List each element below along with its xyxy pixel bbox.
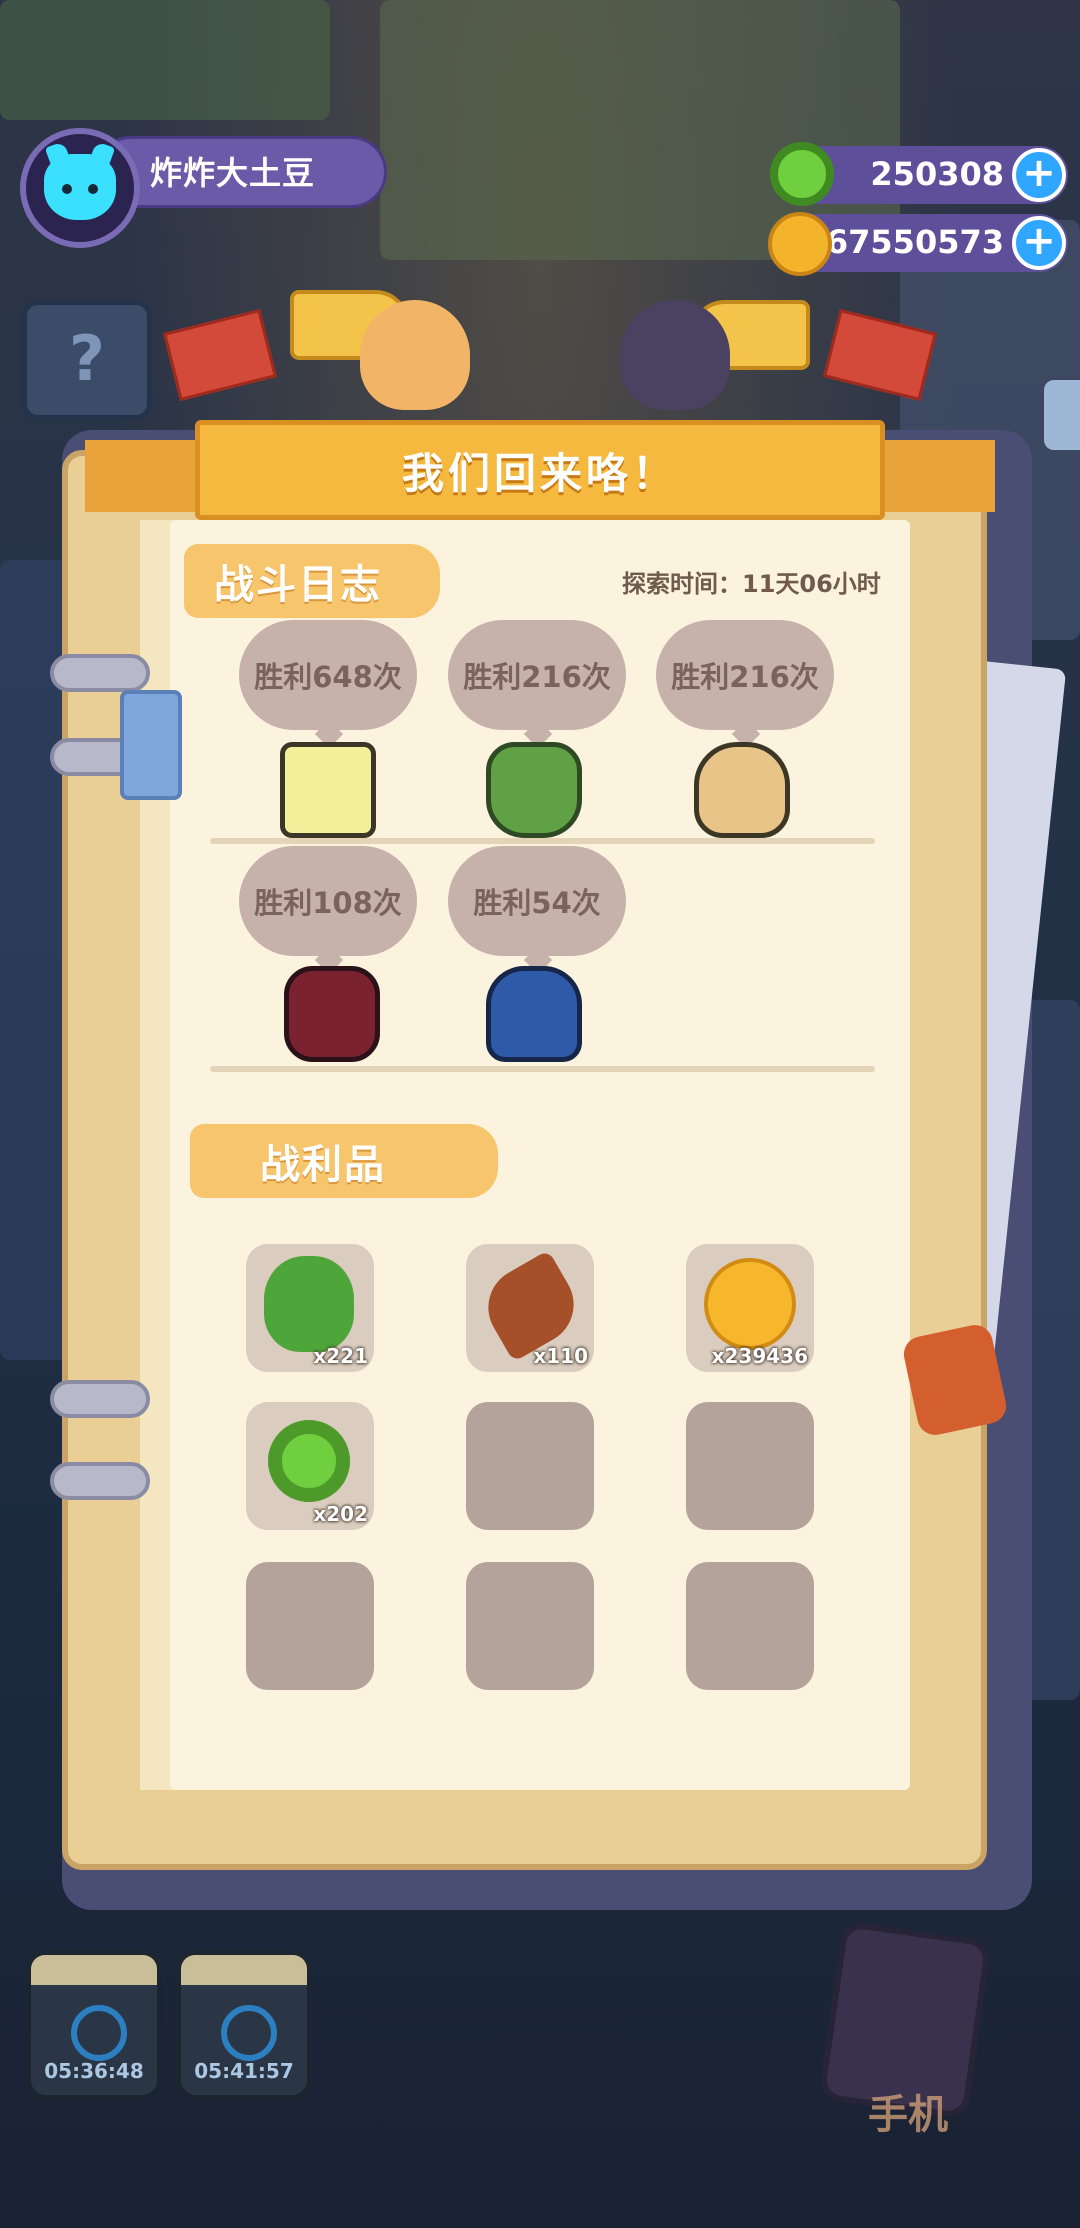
loot-header: 战利品 bbox=[190, 1124, 498, 1198]
zongzi-red-hat-monster-icon bbox=[486, 742, 582, 838]
loot-quantity: x202 bbox=[313, 1502, 368, 1526]
victory-bubble: 胜利54次 bbox=[448, 846, 626, 956]
empty-loot-slot bbox=[686, 1562, 814, 1690]
dark-cat-mascot bbox=[620, 300, 730, 410]
clock-icon bbox=[221, 2005, 277, 2061]
battle-log-heading: 战斗日志 bbox=[214, 562, 382, 608]
gold-planet-icon bbox=[768, 212, 832, 276]
zongzi-egg-monster-icon bbox=[694, 742, 790, 838]
loot-heading: 战利品 bbox=[260, 1142, 386, 1188]
explore-time: 探索时间：11天06小时 bbox=[622, 570, 881, 598]
help-box[interactable]: ? bbox=[22, 300, 152, 420]
timer-text: 05:41:57 bbox=[194, 2059, 294, 2083]
loot-quantity: x221 bbox=[313, 1344, 368, 1368]
victory-count: 胜利108次 bbox=[254, 886, 402, 920]
victory-bubble: 胜利648次 bbox=[239, 620, 417, 730]
binder-ring bbox=[50, 1462, 160, 1500]
loot-quantity: x239436 bbox=[711, 1344, 808, 1368]
loot-quantity: x110 bbox=[533, 1344, 588, 1368]
kite-bird-monster-icon bbox=[486, 966, 582, 1062]
empty-loot-slot bbox=[686, 1402, 814, 1530]
loot-slot[interactable]: x110 bbox=[466, 1244, 594, 1372]
loot-slot[interactable]: x239436 bbox=[686, 1244, 814, 1372]
bg-tree bbox=[0, 0, 330, 120]
empty-loot-slot bbox=[466, 1402, 594, 1530]
timer-text: 05:36:48 bbox=[44, 2059, 144, 2083]
loot-slot[interactable]: x221 bbox=[246, 1244, 374, 1372]
tofu-block-monster-icon bbox=[280, 742, 376, 838]
binder-ring bbox=[50, 1380, 160, 1418]
side-tab[interactable] bbox=[1044, 380, 1080, 450]
binder-clip bbox=[120, 690, 182, 800]
green-donut-icon bbox=[268, 1420, 350, 1502]
empty-loot-slot bbox=[246, 1562, 374, 1690]
title-banner: 我们回来咯！ bbox=[195, 420, 885, 520]
production-timer-card[interactable]: 05:41:57 bbox=[176, 1950, 312, 2100]
empty-loot-slot bbox=[466, 1562, 594, 1690]
victory-count: 胜利216次 bbox=[463, 660, 611, 694]
victory-bubble: 胜利108次 bbox=[239, 846, 417, 956]
gold-planet-icon bbox=[704, 1258, 796, 1350]
victory-bubble: 胜利216次 bbox=[448, 620, 626, 730]
donut-currency-value: 250308 bbox=[870, 155, 1004, 193]
phone-label[interactable]: 手机 bbox=[868, 2082, 948, 2140]
add-gold-button[interactable]: + bbox=[1012, 216, 1066, 270]
orange-cat-mascot bbox=[360, 300, 470, 410]
green-donut-icon bbox=[770, 142, 834, 206]
player-name: 炸炸大土豆 bbox=[150, 154, 316, 192]
victory-count: 胜利216次 bbox=[671, 660, 819, 694]
add-donut-button[interactable]: + bbox=[1012, 148, 1066, 202]
clock-icon bbox=[71, 2005, 127, 2061]
cat-face-icon bbox=[44, 154, 116, 220]
loot-slot[interactable]: x202 bbox=[246, 1402, 374, 1530]
shelf-line bbox=[210, 1066, 875, 1072]
player-avatar[interactable] bbox=[20, 128, 140, 248]
victory-bubble: 胜利216次 bbox=[656, 620, 834, 730]
gold-currency-value: 267550573 bbox=[803, 223, 1004, 261]
victory-count: 胜利648次 bbox=[254, 660, 402, 694]
wine-jar-monster-icon bbox=[284, 966, 380, 1062]
victory-count: 胜利54次 bbox=[473, 886, 601, 920]
dialog-title: 我们回来咯！ bbox=[401, 448, 678, 498]
shelf-line bbox=[210, 838, 875, 844]
battle-log-header: 战斗日志 bbox=[184, 544, 440, 618]
binder-ring bbox=[50, 654, 160, 692]
cilantro-icon bbox=[264, 1256, 354, 1352]
production-timer-card[interactable]: 05:36:48 bbox=[26, 1950, 162, 2100]
